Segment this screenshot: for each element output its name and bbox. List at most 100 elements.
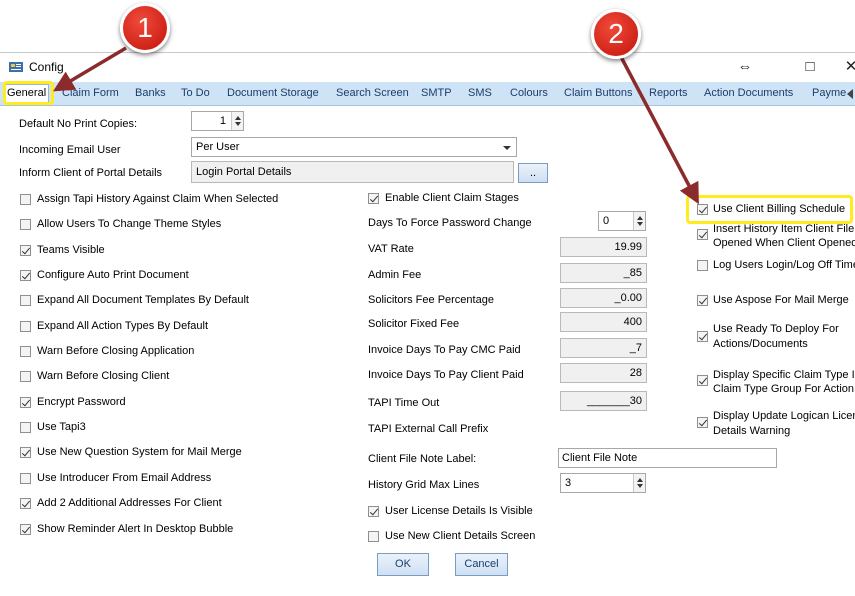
stepper-arrows-icon[interactable] xyxy=(633,474,645,492)
inform-client-field[interactable]: Login Portal Details xyxy=(191,161,514,183)
tapi-time-out-label: TAPI Time Out xyxy=(368,397,440,409)
tab-colours[interactable]: Colours xyxy=(510,87,548,99)
checkbox-expand-action-types[interactable] xyxy=(20,321,31,332)
checkbox-label: Teams Visible xyxy=(37,244,105,256)
client-file-note-input[interactable]: Client File Note xyxy=(558,448,777,468)
incoming-email-user-label: Incoming Email User xyxy=(19,144,121,156)
checkbox-client-claim-stages[interactable] xyxy=(368,193,379,204)
checkbox-insert-history-item[interactable] xyxy=(697,229,708,240)
ready-to-deploy-label-2: Actions/Documents xyxy=(713,338,808,350)
stepper-arrows-icon[interactable] xyxy=(633,212,645,230)
checkbox-label: Add 2 Additional Addresses For Client xyxy=(37,497,222,509)
solicitors-fee-pct-field[interactable]: _0.00 xyxy=(560,288,647,308)
checkbox-label: Encrypt Password xyxy=(37,396,126,408)
checkbox-reminder-alert[interactable] xyxy=(20,524,31,535)
invoice-days-cmc-field[interactable]: _7 xyxy=(560,338,647,358)
inform-client-browse-button[interactable]: .. xyxy=(518,163,548,183)
app-icon xyxy=(9,62,23,72)
checkbox-warn-closing-app[interactable] xyxy=(20,346,31,357)
tab-to-do[interactable]: To Do xyxy=(181,87,210,99)
tab-search-screen[interactable]: Search Screen xyxy=(336,87,409,99)
ready-to-deploy-label-1: Use Ready To Deploy For xyxy=(713,323,839,335)
checkbox-label: Warn Before Closing Application xyxy=(37,345,195,357)
checkbox-label: Show Reminder Alert In Desktop Bubble xyxy=(37,523,234,535)
update-logican-label-2: Details Warning xyxy=(713,425,791,437)
checkbox-label: Allow Users To Change Theme Styles xyxy=(37,218,222,230)
checkbox-additional-addresses[interactable] xyxy=(20,498,31,509)
checkbox-label: Use Tapi3 xyxy=(37,421,86,433)
default-print-copies-label: Default No Print Copies: xyxy=(19,118,137,130)
checkbox-label: Expand All Action Types By Default xyxy=(37,320,209,332)
ok-button[interactable]: OK xyxy=(377,553,429,576)
days-force-password-label: Days To Force Password Change xyxy=(368,217,532,229)
resize-icon[interactable]: ⇔ xyxy=(734,57,756,77)
checkbox-assign-tapi-history[interactable] xyxy=(20,194,31,205)
log-users-login-label: Log Users Login/Log Off Time xyxy=(713,259,855,271)
checkbox-encrypt-password[interactable] xyxy=(20,397,31,408)
close-button[interactable]: ✕ xyxy=(840,57,855,77)
invoice-days-cmc-label: Invoice Days To Pay CMC Paid xyxy=(368,344,521,356)
checkbox-warn-closing-client[interactable] xyxy=(20,371,31,382)
insert-history-label-1: Insert History Item Client File xyxy=(713,223,855,235)
solicitors-fee-pct-label: Solicitors Fee Percentage xyxy=(368,294,494,306)
tab-document-storage[interactable]: Document Storage xyxy=(227,87,319,99)
tab-claim-form[interactable]: Claim Form xyxy=(62,87,119,99)
solicitor-fixed-fee-label: Solicitor Fixed Fee xyxy=(368,318,460,330)
checkbox-new-question-system[interactable] xyxy=(20,447,31,458)
admin-fee-label: Admin Fee xyxy=(368,269,422,281)
user-license-label: User License Details Is Visible xyxy=(385,505,533,517)
days-force-password-stepper[interactable]: 0 xyxy=(598,211,646,231)
checkbox-update-logican-licence[interactable] xyxy=(697,417,708,428)
history-grid-max-stepper[interactable]: 3 xyxy=(560,473,646,493)
checkbox-teams-visible[interactable] xyxy=(20,245,31,256)
solicitor-fixed-fee-field[interactable]: 400 xyxy=(560,312,647,332)
tab-payme[interactable]: Payme xyxy=(812,87,846,99)
tab-reports[interactable]: Reports xyxy=(649,87,688,99)
vat-rate-field[interactable]: 19.99 xyxy=(560,237,647,257)
default-print-copies-stepper[interactable]: 1 xyxy=(191,111,244,131)
update-logican-label-1: Display Update Logican Licen xyxy=(713,410,855,422)
checkbox-label: Use Introducer From Email Address xyxy=(37,472,212,484)
tab-bar: General Claim Form Banks To Do Document … xyxy=(0,82,855,106)
checkbox-user-license-visible[interactable] xyxy=(368,506,379,517)
use-aspose-label: Use Aspose For Mail Merge xyxy=(713,294,849,306)
tapi-time-out-field[interactable]: _______30 xyxy=(560,391,647,411)
incoming-email-user-select[interactable]: Per User xyxy=(191,137,517,157)
checkbox-label: Configure Auto Print Document xyxy=(37,269,189,281)
tab-claim-buttons[interactable]: Claim Buttons xyxy=(564,87,632,99)
tab-scroll-left-icon[interactable] xyxy=(847,89,853,99)
admin-fee-field[interactable]: _85 xyxy=(560,263,647,283)
checkbox-auto-print[interactable] xyxy=(20,270,31,281)
tab-smtp[interactable]: SMTP xyxy=(421,87,452,99)
tab-sms[interactable]: SMS xyxy=(468,87,492,99)
vat-rate-label: VAT Rate xyxy=(368,243,414,255)
checkbox-label: Use New Question System for Mail Merge xyxy=(37,446,242,458)
checkbox-label: Expand All Document Templates By Default xyxy=(37,294,249,306)
checkbox-specific-claim-type[interactable] xyxy=(697,375,708,386)
checkbox-log-users-login[interactable] xyxy=(697,260,708,271)
checkbox-use-introducer[interactable] xyxy=(20,473,31,484)
checkbox-label: Assign Tapi History Against Claim When S… xyxy=(37,193,279,205)
insert-history-label-2: Opened When Client Opened xyxy=(713,237,855,249)
client-claim-stages-label: Enable Client Claim Stages xyxy=(385,192,519,204)
maximize-button[interactable]: □ xyxy=(799,57,821,77)
inform-client-label: Inform Client of Portal Details xyxy=(19,167,163,179)
tab-banks[interactable]: Banks xyxy=(135,87,166,99)
checkbox-use-aspose[interactable] xyxy=(697,295,708,306)
checkbox-ready-to-deploy[interactable] xyxy=(697,331,708,342)
invoice-days-client-field[interactable]: 28 xyxy=(560,363,647,383)
checkbox-new-client-details[interactable] xyxy=(368,531,379,542)
tab-action-documents[interactable]: Action Documents xyxy=(704,87,793,99)
cancel-button[interactable]: Cancel xyxy=(455,553,508,576)
checkbox-allow-theme-styles[interactable] xyxy=(20,219,31,230)
checkbox-expand-templates[interactable] xyxy=(20,295,31,306)
config-window: Config ⇔ □ ✕ General Claim Form Banks To… xyxy=(0,52,855,596)
checkbox-use-tapi3[interactable] xyxy=(20,422,31,433)
step-badge-1: 1 xyxy=(120,3,170,53)
stepper-arrows-icon[interactable] xyxy=(231,112,243,130)
specific-claim-type-label-2: Claim Type Group For Action xyxy=(713,383,855,395)
billing-schedule-highlight xyxy=(686,195,853,224)
tapi-external-prefix-label: TAPI External Call Prefix xyxy=(368,423,489,435)
title-bar: Config ⇔ □ ✕ xyxy=(0,53,855,81)
step-badge-2: 2 xyxy=(591,9,641,59)
